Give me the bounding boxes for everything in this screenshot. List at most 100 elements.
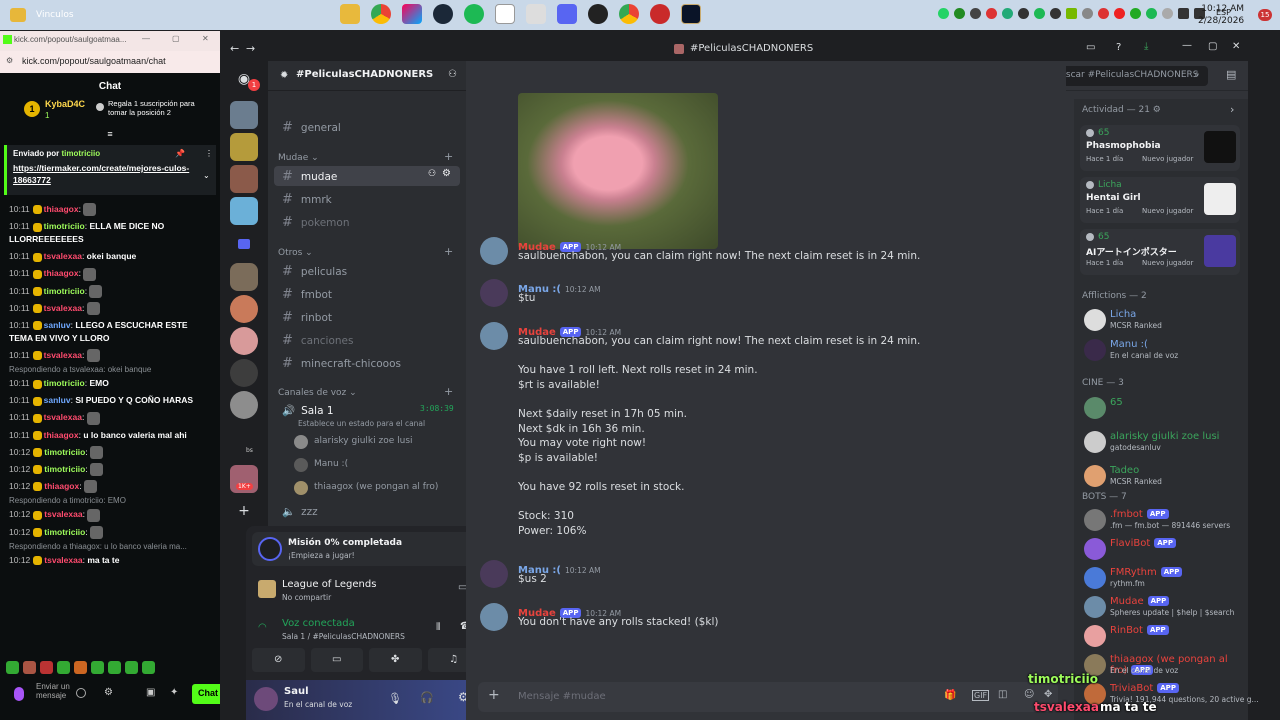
chat-message[interactable]: 10:11 thiaagox: [0, 201, 220, 218]
server-header[interactable]: ✹ #PeliculasCHADNONERS ⌄ ⚇ [268, 61, 466, 91]
server-icon[interactable] [230, 359, 258, 387]
chat-message[interactable]: 10:11 timotriciio: EMO [0, 375, 220, 392]
calendar-icon[interactable] [495, 4, 515, 24]
gear-icon[interactable]: ⚙ [442, 168, 451, 179]
tray-icon[interactable] [1050, 8, 1061, 19]
channel-peliculas[interactable]: # peliculas [274, 261, 460, 281]
chat-input[interactable]: Enviar un mensaje [36, 682, 76, 700]
category-mudae[interactable]: Mudae ⌄ [278, 153, 319, 163]
server-icon[interactable] [230, 197, 258, 225]
server-icon[interactable] [230, 165, 258, 193]
chat-message[interactable]: 10:11 timotriciio: [0, 283, 220, 300]
chat-message[interactable]: 10:12 timotriciio: [0, 524, 220, 541]
chat-message[interactable]: 10:11 tsvalexaa: [0, 300, 220, 317]
activity-card[interactable]: Licha Hentai Girl Hace 1 día Nuevo jugador [1080, 177, 1240, 223]
discord-icon[interactable] [557, 4, 577, 24]
emote-icon[interactable] [108, 661, 121, 674]
chrome-profile-icon[interactable] [619, 4, 639, 24]
chevron-right-icon[interactable]: › [1230, 103, 1234, 116]
camera-off-icon[interactable]: ⊘ [252, 648, 305, 672]
message-user[interactable]: sanluv [44, 395, 71, 405]
message-user[interactable]: timotriciio [44, 447, 85, 457]
member-row[interactable]: .fmbot APP .fm — fm.bot — 891446 servers [1080, 507, 1240, 533]
message-user[interactable]: tsvalexaa [44, 251, 82, 261]
message-user[interactable]: timotriciio [44, 286, 85, 296]
noise-suppression-icon[interactable]: ⦀ [436, 622, 440, 633]
invite-icon[interactable]: ⚇ [448, 69, 457, 80]
message-user[interactable]: timotriciio [44, 221, 85, 231]
mic-icon[interactable] [14, 687, 24, 701]
message-user[interactable]: tsvalexaa [44, 412, 82, 422]
chrome-icon[interactable] [371, 4, 391, 24]
inbox-icon[interactable]: ▭ [1086, 42, 1095, 53]
add-channel-icon[interactable]: + [444, 245, 453, 258]
channel-fmbot[interactable]: # fmbot [274, 284, 460, 304]
member-row[interactable]: Manu :(En el canal de voz [1080, 337, 1240, 363]
message-user[interactable]: timotriciio [44, 378, 85, 388]
chat-message[interactable]: 10:11 sanluv: LLEGO A ESCUCHAR ESTE TEMA … [0, 317, 220, 347]
chat-message[interactable]: 10:11 tsvalexaa: [0, 347, 220, 364]
settings-icon[interactable]: ⚙ [104, 687, 113, 698]
avatar[interactable] [480, 603, 508, 631]
back-arrow-icon[interactable]: ← [230, 42, 239, 55]
message-user[interactable]: sanluv [44, 320, 71, 330]
close-icon[interactable]: ✕ [1232, 41, 1240, 52]
mission-card[interactable]: Misión 0% completada ¡Empieza a jugar! [252, 532, 480, 566]
server-folder[interactable]: bs [230, 429, 258, 457]
chat-message[interactable]: 10:12 timotriciio: [0, 444, 220, 461]
tray-icon[interactable] [1114, 8, 1125, 19]
channel-canciones[interactable]: # canciones [274, 330, 460, 350]
member-row[interactable]: alarisky giulki zoe lusi gatodesanluv [1080, 429, 1240, 455]
add-server-icon[interactable]: + [234, 501, 254, 521]
chat-message[interactable]: 10:11 tsvalexaa: okei banque [0, 248, 220, 265]
activities-icon[interactable]: ✤ [369, 648, 422, 672]
search-input[interactable]: Buscar #PeliculasCHADNONERS ⌕ [1048, 66, 1208, 86]
chat-message[interactable]: 10:12 thiaagox: [0, 478, 220, 495]
member-row[interactable]: Licha MCSR Ranked [1080, 307, 1240, 333]
league-icon[interactable] [681, 4, 701, 24]
member-row[interactable]: Tadeo MCSR Ranked [1080, 463, 1240, 489]
chevron-down-icon[interactable]: ⌄ [203, 171, 210, 180]
message-user[interactable]: tsvalexaa [44, 350, 82, 360]
channel-mmrk[interactable]: # mmrk [274, 189, 460, 209]
widget-icon[interactable] [10, 8, 26, 22]
spotify-icon[interactable] [464, 4, 484, 24]
emote-icon[interactable] [57, 661, 70, 674]
game-activity[interactable]: League of Legends No compartir ▭ [252, 574, 480, 606]
more-icon[interactable]: ⋮ [205, 149, 213, 158]
gift-text[interactable]: Regala 1 suscripción para tomar la posic… [108, 99, 208, 117]
wifi-icon[interactable] [1178, 8, 1189, 19]
message-user[interactable]: tsvalexaa [44, 509, 82, 519]
member-row[interactable]: FMRythm APP rythm.fm [1080, 565, 1240, 591]
server-icon-selected[interactable] [230, 263, 258, 291]
voice-sub[interactable]: Sala 1 / #PeliculasCHADNONERS [282, 632, 405, 641]
server-icon[interactable] [230, 133, 258, 161]
tray-icon[interactable] [1098, 8, 1109, 19]
maximize-icon[interactable]: ▢ [1208, 41, 1217, 52]
emote-icon[interactable] [125, 661, 138, 674]
message-user[interactable]: thiaagox [44, 204, 79, 214]
avatar[interactable] [480, 237, 508, 265]
emoji-icon[interactable] [76, 688, 86, 698]
record-icon[interactable] [650, 4, 670, 24]
chat-message[interactable]: 10:11 timotriciio: ELLA ME DICE NO LLORRE… [0, 218, 220, 248]
settings-gear-icon[interactable]: ✦ [170, 687, 178, 698]
add-attachment-icon[interactable]: + [488, 687, 500, 703]
server-icon[interactable] [230, 391, 258, 419]
kick-urlbar[interactable]: ⚙ kick.com/popout/saulgoatmaan/chat [0, 51, 220, 73]
avatar[interactable] [480, 560, 508, 588]
emote-icon[interactable] [40, 661, 53, 674]
voice-channel-sala1[interactable]: 🔊 Sala 1 3:08:39 [274, 401, 460, 421]
avatar[interactable] [480, 279, 508, 307]
message-user[interactable]: timotriciio [44, 464, 85, 474]
inbox-icon[interactable]: ▤ [1226, 68, 1236, 81]
chat-message[interactable]: 10:12 timotriciio: [0, 461, 220, 478]
gift-icon[interactable]: ▣ [146, 687, 155, 698]
member-row[interactable]: FlaviBot APP [1080, 536, 1240, 562]
tray-icon[interactable] [1130, 8, 1141, 19]
photos-icon[interactable] [526, 4, 546, 24]
emote-icon[interactable] [23, 661, 36, 674]
voice-user[interactable]: Manu :( [294, 456, 460, 476]
message-user[interactable]: thiaagox [44, 481, 79, 491]
clock[interactable]: 10:12 AM 2/28/2026 [1198, 3, 1244, 27]
